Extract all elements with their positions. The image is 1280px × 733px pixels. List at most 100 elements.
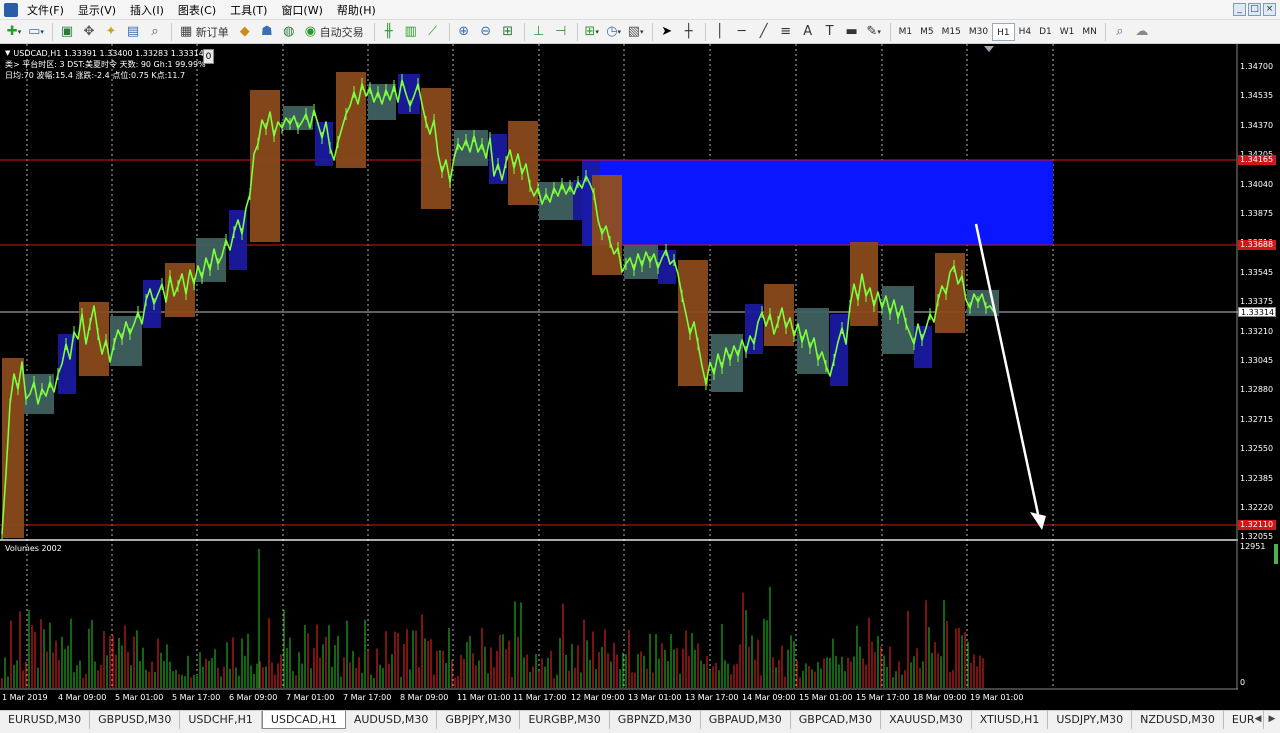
tab-usdjpy-m30[interactable]: USDJPY,M30 (1048, 711, 1133, 729)
collapse-triangle-icon[interactable]: ▼ (5, 48, 10, 59)
menu-charts[interactable]: 图表(C) (171, 2, 223, 18)
dropdown-arrow-icon: ▾ (617, 27, 622, 36)
signals-button[interactable]: ◍ (279, 22, 299, 42)
tab-eurusd-m30[interactable]: EURUSD,M30 (0, 711, 91, 729)
time-tick: 6 Mar 09:00 (229, 693, 278, 702)
tester-button[interactable]: ⌕ (145, 22, 165, 42)
one-click-badge[interactable]: 0 (203, 49, 214, 64)
timeframe-w1[interactable]: W1 (1056, 23, 1079, 41)
tile-windows-button[interactable]: ⊞ (498, 22, 518, 42)
menu-window[interactable]: 窗口(W) (274, 2, 329, 18)
minimize-button[interactable]: _ (1233, 3, 1246, 16)
label-icon: ▬ (845, 24, 858, 39)
new-chart-button[interactable]: ✚ ▾ (4, 22, 24, 42)
zoom-in-button[interactable]: ⊕ (454, 22, 474, 42)
menu-insert[interactable]: 插入(I) (123, 2, 171, 18)
timeframe-m30[interactable]: M30 (965, 23, 992, 41)
chart-shift-button[interactable]: ⊣ (551, 22, 571, 42)
chart-canvas[interactable] (0, 44, 1280, 710)
toolbar-separator (171, 22, 172, 41)
timeframe-h4[interactable]: H4 (1015, 23, 1036, 41)
periods-button[interactable]: ◷ ▾ (604, 22, 624, 42)
market-watch-icon: ▣ (60, 24, 74, 39)
vertical-line-icon: │ (715, 24, 724, 39)
tab-gbpcad-m30[interactable]: GBPCAD,M30 (791, 711, 882, 729)
chat-button[interactable]: ☁ (1132, 22, 1152, 42)
label-button[interactable]: ▬ (842, 22, 862, 42)
channel-button[interactable]: ≡ (776, 22, 796, 42)
globe-icon: ◍ (283, 24, 295, 39)
timeframe-m5[interactable]: M5 (916, 23, 938, 41)
time-tick: 8 Mar 09:00 (400, 693, 449, 702)
tab-usdchf-h1[interactable]: USDCHF,H1 (180, 711, 262, 729)
tab-usdcad-h1[interactable]: USDCAD,H1 (261, 711, 346, 729)
scroll-left-icon[interactable]: ◀ (1252, 712, 1264, 726)
tab-eurgbp-m30[interactable]: EURGBP,M30 (520, 711, 610, 729)
crosshair-button[interactable]: ┼ (679, 22, 699, 42)
text-button[interactable]: A (798, 22, 818, 42)
line-chart-button[interactable]: ⟋ (423, 22, 443, 42)
timeframe-m1[interactable]: M1 (895, 23, 917, 41)
indicators-button[interactable]: ⊞ ▾ (582, 22, 602, 42)
time-tick: 15 Mar 17:00 (856, 693, 910, 702)
candlestick-button[interactable]: ▥ (401, 22, 421, 42)
volumes-label: Volumes 2002 (5, 544, 62, 553)
navigator-button[interactable]: ✦ (101, 22, 121, 42)
bar-chart-button[interactable]: ╫ (379, 22, 399, 42)
upper-zone-price-marker: 1.34165 (1238, 155, 1276, 165)
vertical-line-button[interactable]: │ (710, 22, 730, 42)
chart-window[interactable]: ▼ USDCAD,H1 1.33391 1.33400 1.33283 1.333… (0, 44, 1280, 710)
timeframe-m15[interactable]: M15 (938, 23, 965, 41)
search-button[interactable]: ⌕ (1110, 22, 1130, 42)
terminal-button[interactable]: ▤ (123, 22, 143, 42)
menu-file[interactable]: 文件(F) (20, 2, 71, 18)
tab-audusd-m30[interactable]: AUDUSD,M30 (346, 711, 438, 729)
people-icon: ☗ (260, 24, 273, 39)
tab-xtiusd-h1[interactable]: XTIUSD,H1 (972, 711, 1049, 729)
market-watch-button[interactable]: ▣ (57, 22, 77, 42)
text-tool-icon: A (803, 24, 813, 39)
templates-button[interactable]: ▧ ▾ (626, 22, 646, 42)
bars-icon: ╫ (384, 24, 393, 39)
restore-button[interactable]: □ (1248, 3, 1261, 16)
tab-xauusd-m30[interactable]: XAUUSD,M30 (881, 711, 972, 729)
session-box-down (539, 182, 573, 220)
tab-gbpusd-m30[interactable]: GBPUSD,M30 (90, 711, 181, 729)
community-button[interactable]: ☗ (257, 22, 277, 42)
timeframe-h1[interactable]: H1 (992, 22, 1015, 41)
tab-gbpjpy-m30[interactable]: GBPJPY,M30 (437, 711, 521, 729)
meta-editor-button[interactable]: ◆ (235, 22, 255, 42)
clock-icon: ◷ (606, 24, 618, 39)
trendline-button[interactable]: ╱ (754, 22, 774, 42)
menu-view[interactable]: 显示(V) (71, 2, 123, 18)
channel-icon: ≡ (780, 24, 792, 39)
auto-trading-button[interactable]: ◉ 自动交易 (301, 22, 368, 42)
timeframe-mn[interactable]: MN (1078, 23, 1101, 41)
data-window-button[interactable]: ✥ (79, 22, 99, 42)
horizontal-line-button[interactable]: ─ (732, 22, 752, 42)
toolbar-separator (448, 22, 450, 41)
text-label-icon: T (825, 24, 834, 39)
price-tick: 1.33045 (1240, 356, 1274, 365)
objects-button[interactable]: ✎ ▾ (864, 22, 884, 42)
zoom-out-button[interactable]: ⊖ (476, 22, 496, 42)
time-tick: 11 Mar 01:00 (457, 693, 511, 702)
timeframe-d1[interactable]: D1 (1035, 23, 1056, 41)
menu-help[interactable]: 帮助(H) (330, 2, 383, 18)
new-order-button[interactable]: ▦ 新订单 (176, 22, 233, 42)
tab-nzdusd-m30[interactable]: NZDUSD,M30 (1132, 711, 1224, 729)
cursor-button[interactable]: ➤ (657, 22, 677, 42)
auto-scroll-button[interactable]: ⊥ (529, 22, 549, 42)
menu-tools[interactable]: 工具(T) (223, 2, 274, 18)
session-box-blue (58, 334, 76, 394)
price-tick: 1.33210 (1240, 326, 1274, 336)
price-tick: 1.33375 (1240, 297, 1274, 307)
close-button[interactable]: × (1263, 3, 1276, 16)
profiles-button[interactable]: ▭ ▾ (26, 22, 46, 42)
text-label-button[interactable]: T (820, 22, 840, 42)
tab-gbpnzd-m30[interactable]: GBPNZD,M30 (610, 711, 701, 729)
price-tick: 1.33875 (1240, 209, 1274, 218)
tab-gbpaud-m30[interactable]: GBPAUD,M30 (701, 711, 791, 729)
scroll-right-icon[interactable]: ▶ (1266, 712, 1278, 726)
volume-scroll-indicator (1274, 544, 1278, 564)
